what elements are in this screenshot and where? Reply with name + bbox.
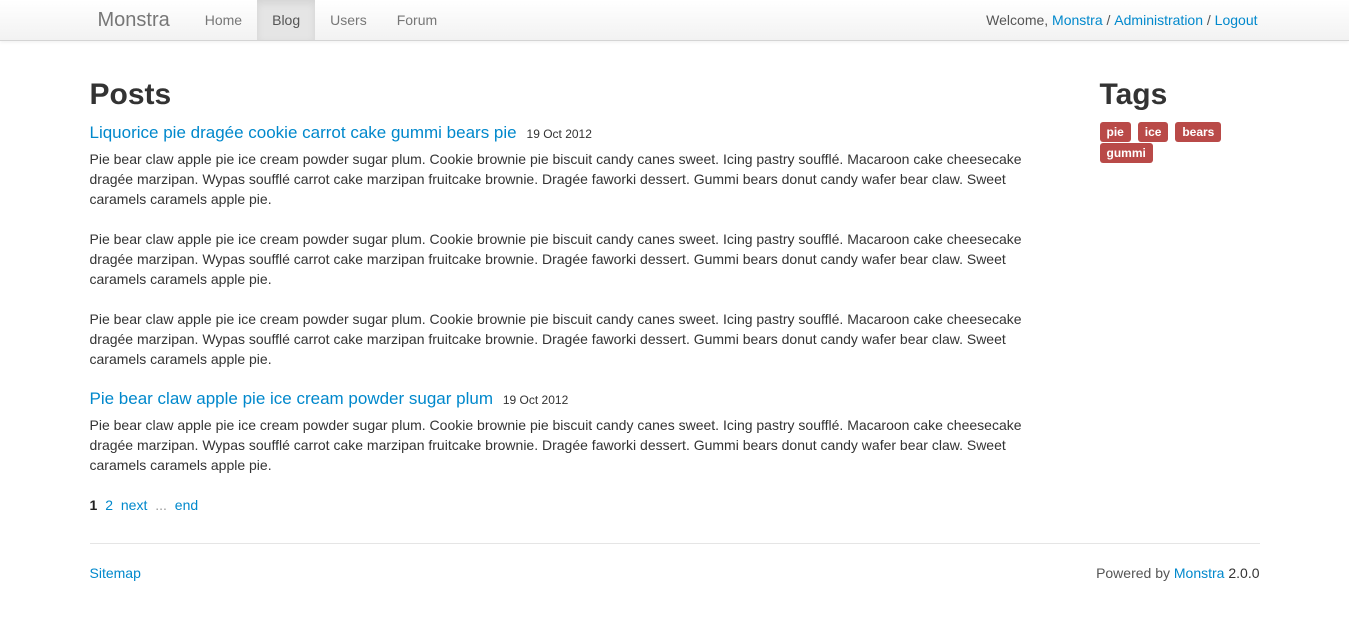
tag-pie[interactable]: pie <box>1100 122 1131 142</box>
tag-gummi[interactable]: gummi <box>1100 143 1153 163</box>
pagination-page-2[interactable]: 2 <box>105 497 113 513</box>
tag-ice[interactable]: ice <box>1138 122 1169 142</box>
version-text: 2.0.0 <box>1224 565 1259 581</box>
separator: / <box>1203 10 1215 30</box>
post-date: 19 Oct 2012 <box>503 393 568 407</box>
post-item: Liquorice pie dragée cookie carrot cake … <box>90 123 1040 369</box>
post-paragraph: Pie bear claw apple pie ice cream powder… <box>90 309 1040 369</box>
post-title-link[interactable]: Pie bear claw apple pie ice cream powder… <box>90 389 493 408</box>
pagination-next[interactable]: next <box>121 497 147 513</box>
post-date: 19 Oct 2012 <box>527 127 592 141</box>
pagination: 1 2 next ... end <box>90 495 1040 515</box>
page-title: Posts <box>90 77 1040 113</box>
posts-column: Posts Liquorice pie dragée cookie carrot… <box>90 41 1040 515</box>
nav-item-home[interactable]: Home <box>190 0 257 40</box>
main-nav: Home Blog Users Forum <box>190 0 452 40</box>
nav-item-forum[interactable]: Forum <box>382 0 452 40</box>
powered-by: Powered by Monstra 2.0.0 <box>1096 563 1259 583</box>
logout-link[interactable]: Logout <box>1215 10 1258 30</box>
post-paragraph: Pie bear claw apple pie ice cream powder… <box>90 415 1040 475</box>
top-navbar: Monstra Home Blog Users Forum Welcome, M… <box>0 0 1349 41</box>
tags-title: Tags <box>1100 77 1260 113</box>
pagination-ellipsis: ... <box>155 497 167 513</box>
nav-item-users[interactable]: Users <box>315 0 382 40</box>
tags-list: pie ice bears gummi <box>1100 121 1260 163</box>
post-item: Pie bear claw apple pie ice cream powder… <box>90 389 1040 475</box>
post-paragraph: Pie bear claw apple pie ice cream powder… <box>90 229 1040 289</box>
brand-logo[interactable]: Monstra <box>90 0 190 40</box>
nav-item-blog[interactable]: Blog <box>257 0 315 40</box>
tag-bears[interactable]: bears <box>1175 122 1221 142</box>
powered-by-text: Powered by <box>1096 565 1174 581</box>
post-title-link[interactable]: Liquorice pie dragée cookie carrot cake … <box>90 123 517 142</box>
post-paragraph: Pie bear claw apple pie ice cream powder… <box>90 149 1040 209</box>
administration-link[interactable]: Administration <box>1114 10 1203 30</box>
powered-by-monstra-link[interactable]: Monstra <box>1174 565 1225 581</box>
separator: / <box>1103 10 1115 30</box>
footer: Sitemap Powered by Monstra 2.0.0 <box>90 544 1260 623</box>
sitemap-link[interactable]: Sitemap <box>90 563 141 583</box>
user-menu: Welcome, Monstra / Administration / Logo… <box>986 0 1259 40</box>
pagination-current-page: 1 <box>90 497 98 513</box>
welcome-text: Welcome, <box>986 10 1052 30</box>
pagination-end[interactable]: end <box>175 497 198 513</box>
tags-sidebar: Tags pie ice bears gummi <box>1100 41 1260 163</box>
user-profile-link[interactable]: Monstra <box>1052 10 1103 30</box>
